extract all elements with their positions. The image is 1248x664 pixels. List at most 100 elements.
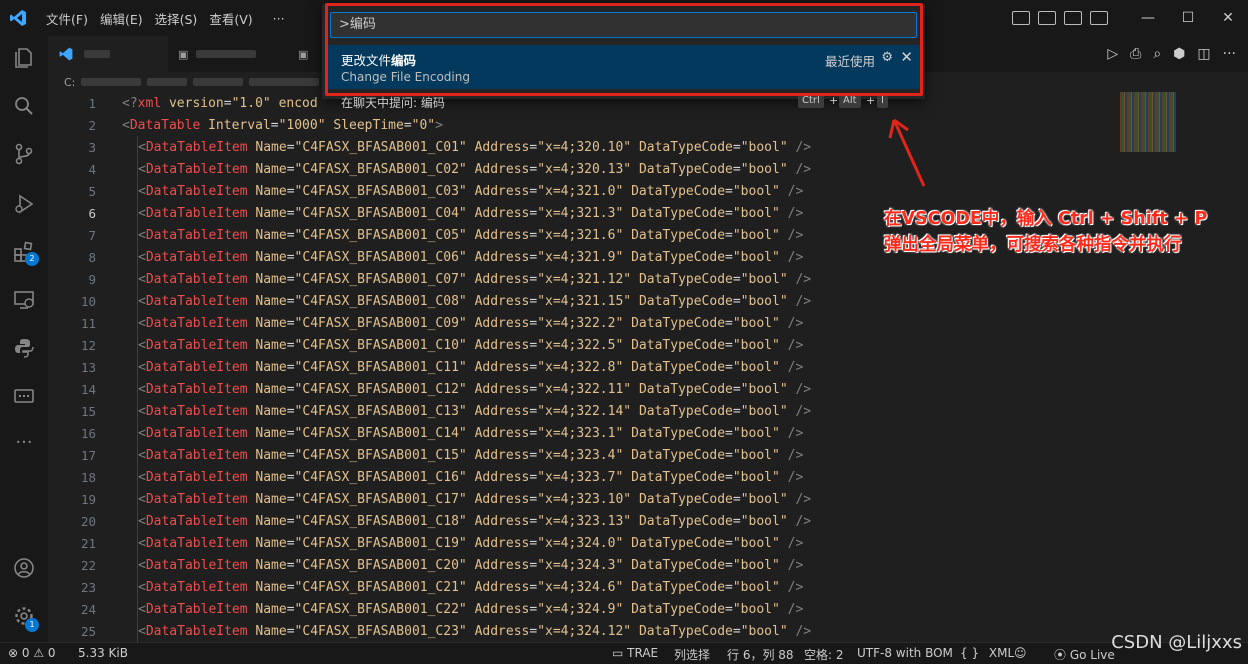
line-number: 15 (80, 403, 96, 419)
print-icon[interactable]: ⎙ (1130, 46, 1141, 62)
menu-selection[interactable]: 选择(S) (149, 9, 204, 28)
find-icon[interactable]: ⌕ (1153, 46, 1161, 62)
annotation-line-2: 弹出全局菜单，可搜索各种指令并执行 (884, 235, 1182, 255)
python-icon[interactable] (12, 336, 36, 360)
code-line: 16 <DataTableItem Name="C4FASX_BFASAB001_… (48, 422, 1108, 444)
code-text: <?xml version="1.0" encod (122, 95, 318, 111)
remote-explorer-icon[interactable] (12, 288, 36, 312)
line-number: 4 (88, 161, 96, 177)
more-actions-icon[interactable]: ··· (1223, 46, 1236, 62)
activity-bar: 2 ··· 1 (0, 36, 48, 642)
code-text: <DataTableItem Name="C4FASX_BFASAB001_C1… (138, 491, 812, 507)
menu-more[interactable]: ··· (259, 11, 291, 26)
tab-active-file[interactable] (48, 36, 168, 72)
toggle-secondary-sidebar-icon[interactable] (1090, 11, 1108, 25)
extensions-badge: 2 (25, 252, 39, 266)
code-text: <DataTableItem Name="C4FASX_BFASAB001_C2… (138, 557, 804, 573)
code-text: <DataTableItem Name="C4FASX_BFASAB001_C0… (138, 161, 812, 177)
remote-icon[interactable] (12, 384, 36, 408)
source-control-icon[interactable] (12, 142, 36, 166)
shortcut-key: Ctrl (798, 94, 824, 108)
tab-file-2[interactable]: ▣ (168, 36, 288, 72)
code-text: <DataTableItem Name="C4FASX_BFASAB001_C2… (138, 601, 804, 617)
shortcut-key: Alt (839, 94, 861, 108)
line-number: 10 (80, 293, 96, 309)
line-number: 17 (80, 447, 96, 463)
line-number: 6 (88, 205, 96, 221)
line-number: 20 (80, 513, 96, 529)
close-window-icon[interactable]: ✕ (1208, 0, 1248, 36)
toggle-sidebar-icon[interactable] (1038, 11, 1056, 25)
line-number: 7 (88, 227, 96, 243)
code-text: <DataTableItem Name="C4FASX_BFASAB001_C1… (138, 535, 804, 551)
code-line: 5 <DataTableItem Name="C4FASX_BFASAB001_C… (48, 180, 1108, 202)
explorer-icon[interactable] (12, 46, 36, 70)
run-debug-icon[interactable] (12, 192, 36, 216)
line-number: 23 (80, 579, 96, 595)
palette-item-ask-chat[interactable]: 在聊天中提问: 编码 (341, 94, 445, 111)
line-number: 3 (88, 139, 96, 155)
code-text: <DataTableItem Name="C4FASX_BFASAB001_C0… (138, 293, 812, 309)
line-number: 16 (80, 425, 96, 441)
code-text: <DataTableItem Name="C4FASX_BFASAB001_C1… (138, 469, 804, 485)
file-icon: ▣ (178, 47, 189, 61)
copilot-status-icon[interactable]: ☺ (1014, 646, 1027, 660)
maximize-icon[interactable]: ☐ (1168, 0, 1208, 36)
menu-file[interactable]: 文件(F) (40, 9, 94, 28)
line-number: 5 (88, 183, 96, 199)
redacted-path (193, 78, 244, 86)
file-icon: ▣ (298, 47, 309, 61)
code-text: <DataTableItem Name="C4FASX_BFASAB001_C1… (138, 447, 804, 463)
code-text: <DataTableItem Name="C4FASX_BFASAB001_C1… (138, 381, 812, 397)
go-live-status[interactable]: ⦿ Go Live (1054, 646, 1115, 663)
selection-mode-status[interactable]: 列选择 (674, 646, 710, 663)
redacted-tab-name (196, 50, 257, 58)
menu-view[interactable]: 查看(V) (203, 9, 258, 28)
redacted-path (147, 78, 188, 86)
cursor-position-status[interactable]: 行 6，列 88 (727, 646, 794, 663)
account-icon[interactable] (12, 556, 36, 580)
encoding-status[interactable]: UTF-8 with BOM (857, 646, 953, 660)
editor-actions: ▷ ⎙ ⌕ ⬢ ◫ ··· (1107, 36, 1236, 72)
code-editor[interactable]: 1 <?xml version="1.0" encod 2 <DataTable… (48, 92, 1248, 642)
annotation-line-1: 在VSCODE中，输入 Ctrl + Shift + P (884, 209, 1208, 229)
trae-status[interactable]: ▭ TRAE (612, 646, 658, 660)
line-number: 22 (80, 557, 96, 573)
code-line: 24 <DataTableItem Name="C4FASX_BFASAB001_… (48, 598, 1108, 620)
window-controls: — ☐ ✕ (1128, 0, 1248, 36)
line-number: 12 (80, 337, 96, 353)
code-text: <DataTableItem Name="C4FASX_BFASAB001_C0… (138, 227, 804, 243)
line-number: 8 (88, 249, 96, 265)
code-line: 19 <DataTableItem Name="C4FASX_BFASAB001_… (48, 488, 1108, 510)
minimap[interactable] (1120, 92, 1176, 152)
shortcut-key: I (877, 94, 888, 108)
line-number: 19 (80, 491, 96, 507)
code-line: 10 <DataTableItem Name="C4FASX_BFASAB001_… (48, 290, 1108, 312)
code-line: 25 <DataTableItem Name="C4FASX_BFASAB001_… (48, 620, 1108, 642)
file-size-status[interactable]: 5.33 KiB (78, 646, 128, 660)
code-text: <DataTable Interval="1000" SleepTime="0"… (122, 117, 443, 133)
line-number: 18 (80, 469, 96, 485)
menu-edit[interactable]: 编辑(E) (94, 9, 149, 28)
run-icon[interactable]: ▷ (1107, 46, 1118, 62)
code-line: 20 <DataTableItem Name="C4FASX_BFASAB001_… (48, 510, 1108, 532)
line-number: 2 (88, 117, 96, 133)
copilot-icon[interactable]: ⬢ (1173, 46, 1185, 62)
problems-status[interactable]: ⊗ 0 ⚠ 0 (8, 646, 56, 660)
split-editor-icon[interactable]: ◫ (1197, 46, 1210, 62)
layout-customize-icon[interactable] (1012, 11, 1030, 25)
code-text: <DataTableItem Name="C4FASX_BFASAB001_C2… (138, 623, 812, 639)
toggle-panel-icon[interactable] (1064, 11, 1082, 25)
code-line: 2 <DataTable Interval="1000" SleepTime="… (48, 114, 1108, 136)
search-icon[interactable] (12, 94, 36, 118)
code-line: 13 <DataTableItem Name="C4FASX_BFASAB001_… (48, 356, 1108, 378)
minimize-icon[interactable]: — (1128, 0, 1168, 36)
indentation-status[interactable]: 空格: 2 (804, 646, 844, 663)
language-mode-status[interactable]: { } XML (960, 646, 1014, 660)
code-text: <DataTableItem Name="C4FASX_BFASAB001_C0… (138, 315, 804, 331)
code-line: 23 <DataTableItem Name="C4FASX_BFASAB001_… (48, 576, 1108, 598)
more-views-icon[interactable]: ··· (12, 432, 36, 456)
code-text: <DataTableItem Name="C4FASX_BFASAB001_C1… (138, 359, 804, 375)
code-line: 14 <DataTableItem Name="C4FASX_BFASAB001_… (48, 378, 1108, 400)
breadcrumb-drive[interactable]: C: (64, 76, 75, 89)
